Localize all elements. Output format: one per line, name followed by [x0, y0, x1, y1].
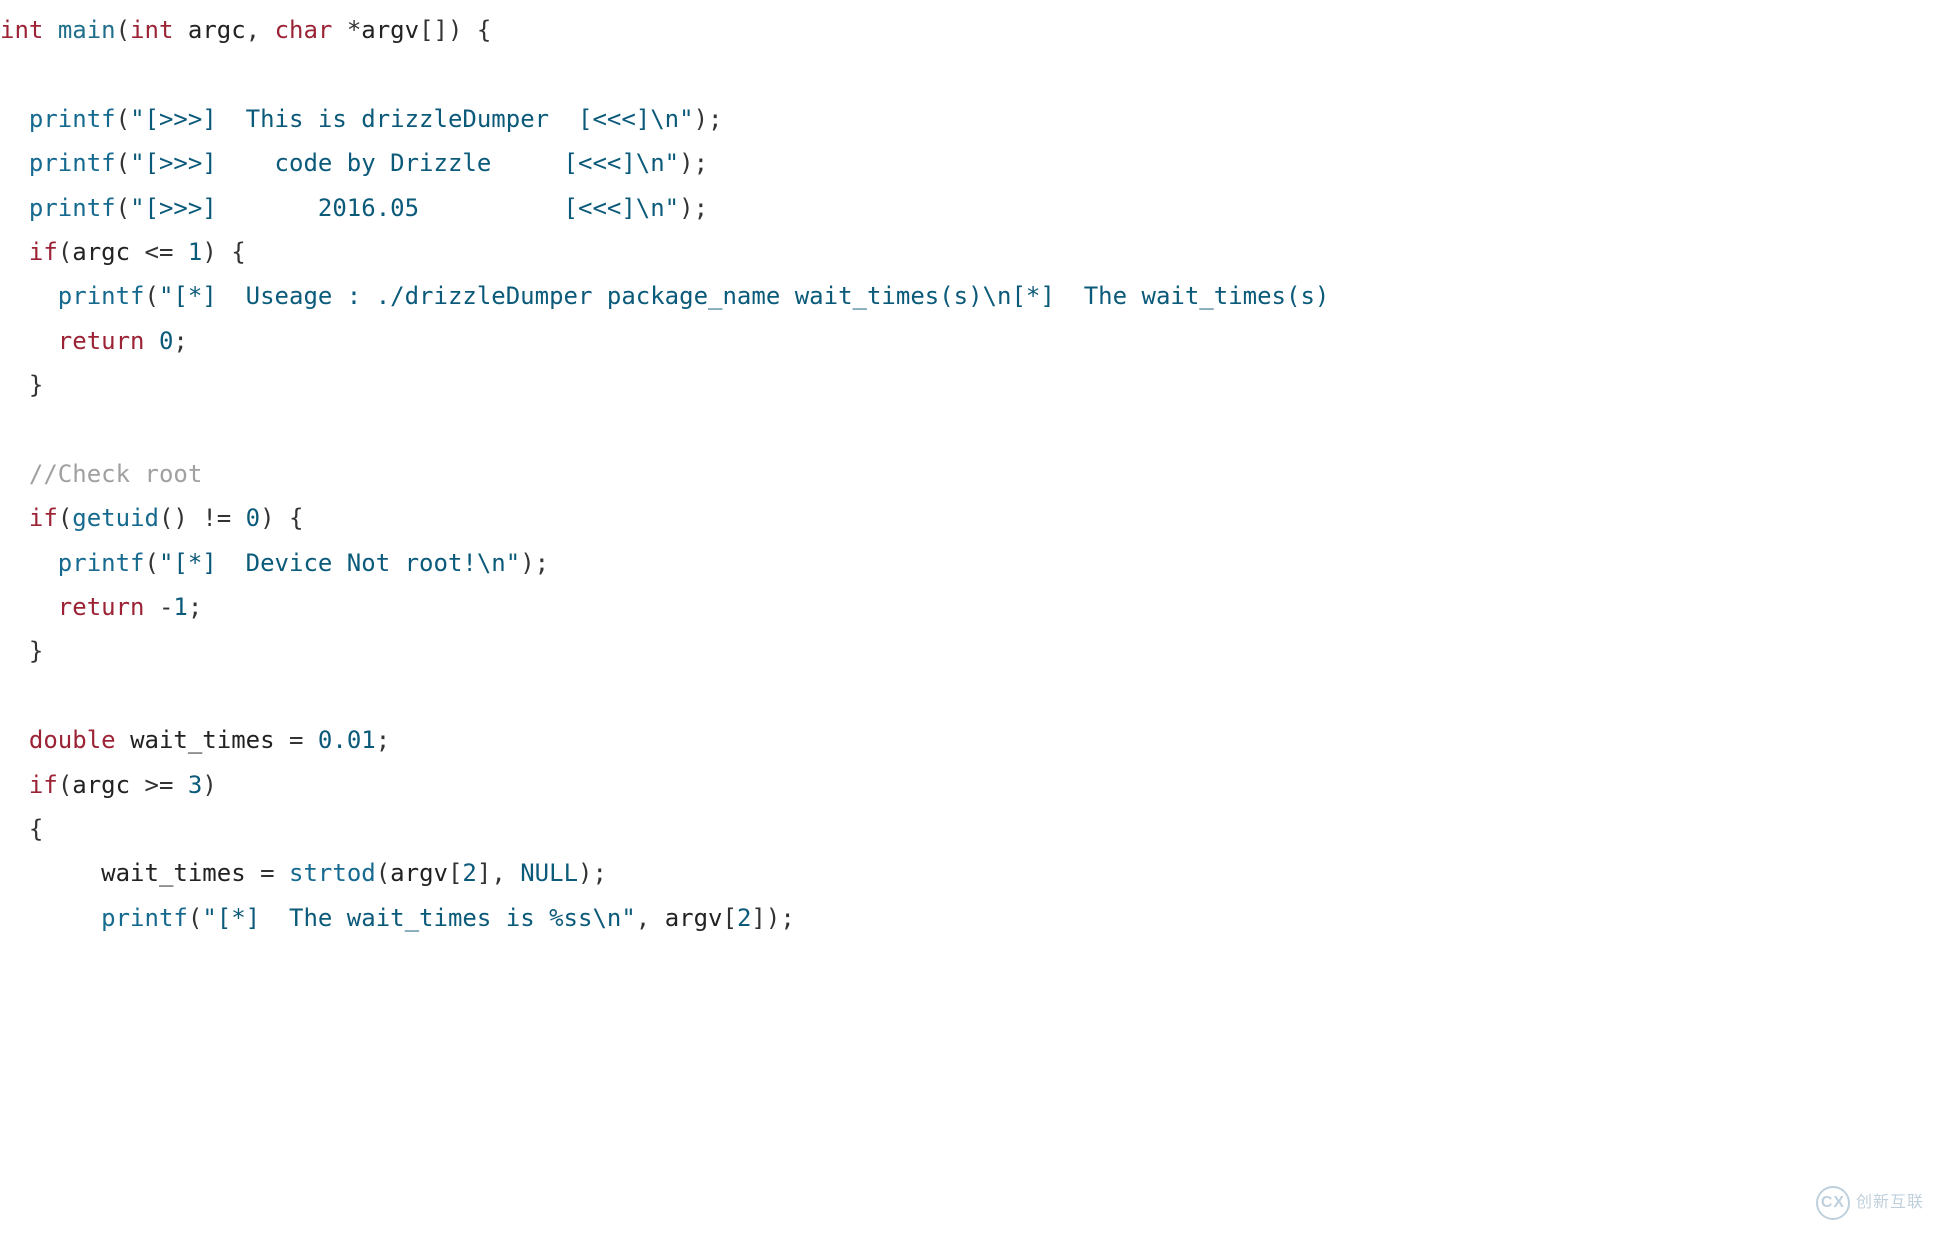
string-literal: "[*] The wait_times is %ss\n" [202, 904, 635, 932]
string-literal: "[>>>] This is drizzleDumper [<<<]\n" [130, 105, 694, 133]
string-literal: "[>>>] 2016.05 [<<<]\n" [130, 194, 679, 222]
constant-null: NULL [520, 859, 578, 887]
call-strtod: strtod [289, 859, 376, 887]
string-literal: "[*] Useage : ./drizzleDumper package_na… [159, 282, 1344, 310]
keyword-return: return [58, 327, 145, 355]
call-getuid: getuid [72, 504, 159, 532]
call-printf: printf [29, 105, 116, 133]
call-printf: printf [58, 282, 145, 310]
string-literal: "[>>>] code by Drizzle [<<<]\n" [130, 149, 679, 177]
watermark-text: 创新互联 [1856, 1188, 1924, 1218]
call-printf: printf [101, 904, 188, 932]
keyword-double: double [29, 726, 116, 754]
code-block: int main(int argc, char *argv[]) { print… [0, 0, 1942, 940]
call-printf: printf [58, 549, 145, 577]
comment: //Check root [29, 460, 202, 488]
call-printf: printf [29, 149, 116, 177]
keyword-if: if [29, 238, 58, 266]
func-main: main [58, 16, 116, 44]
string-literal: "[*] Device Not root!\n" [159, 549, 520, 577]
call-printf: printf [29, 194, 116, 222]
watermark: CX 创新互联 [1816, 1186, 1924, 1220]
keyword-if: if [29, 504, 58, 532]
watermark-logo-icon: CX [1816, 1186, 1850, 1220]
keyword-if: if [29, 771, 58, 799]
keyword-int: int [0, 16, 43, 44]
keyword-return: return [58, 593, 145, 621]
